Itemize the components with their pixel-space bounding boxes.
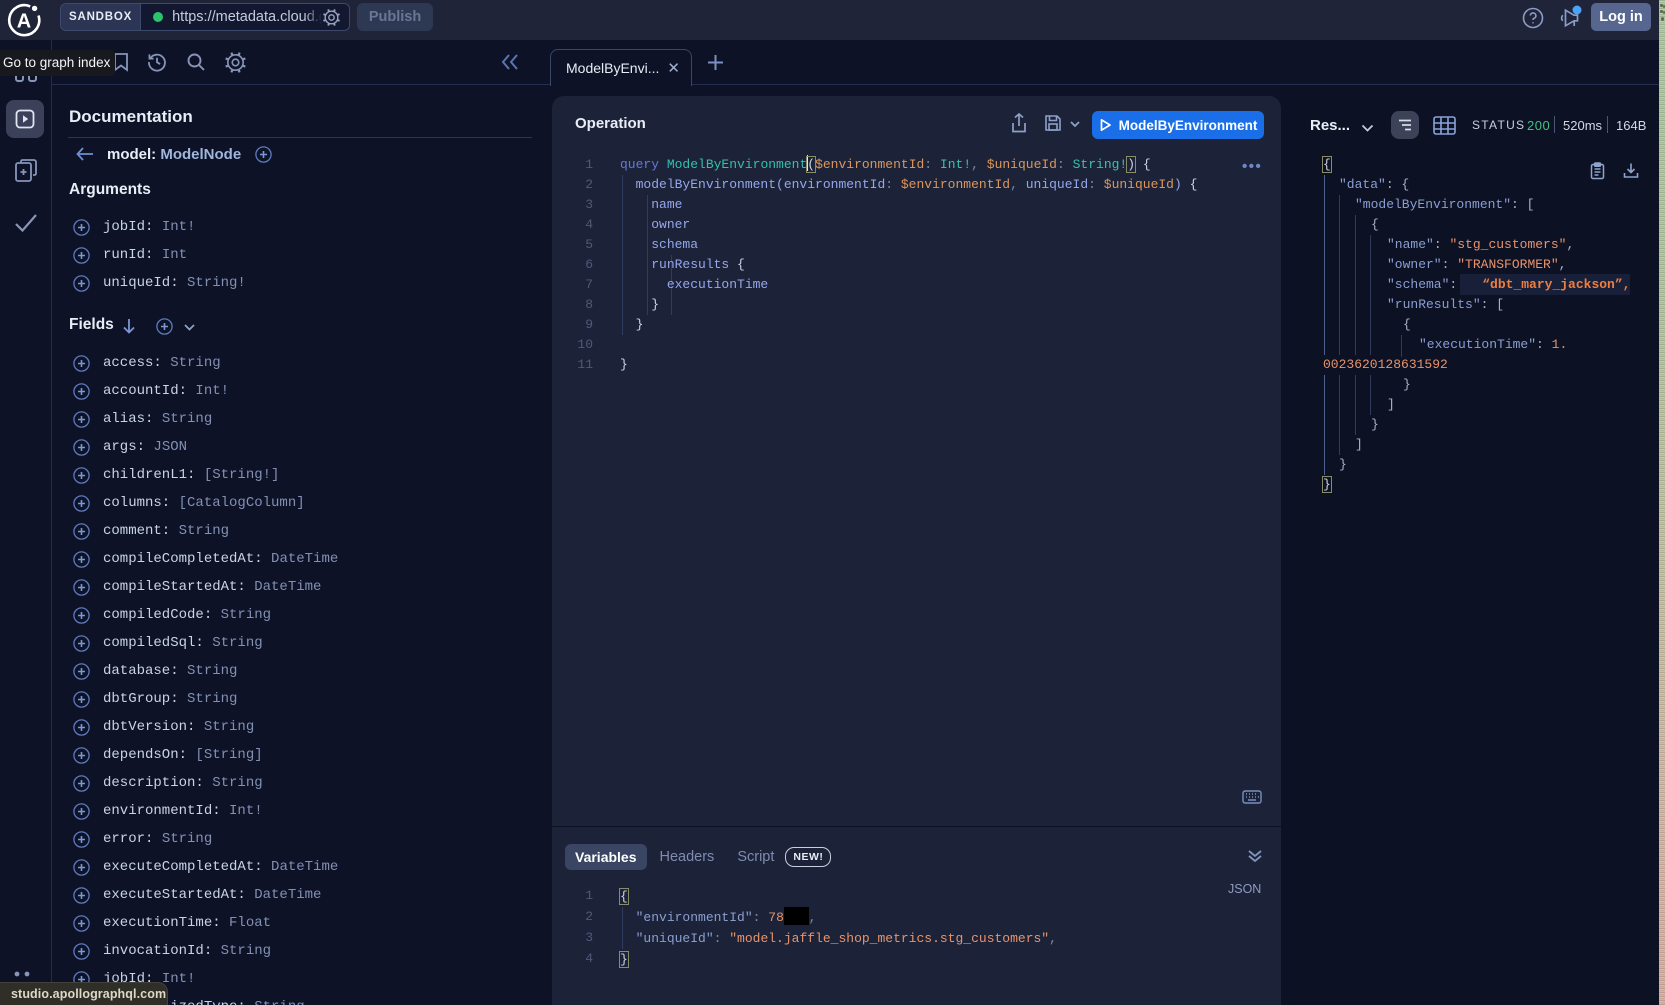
svg-text:A: A: [17, 11, 31, 33]
